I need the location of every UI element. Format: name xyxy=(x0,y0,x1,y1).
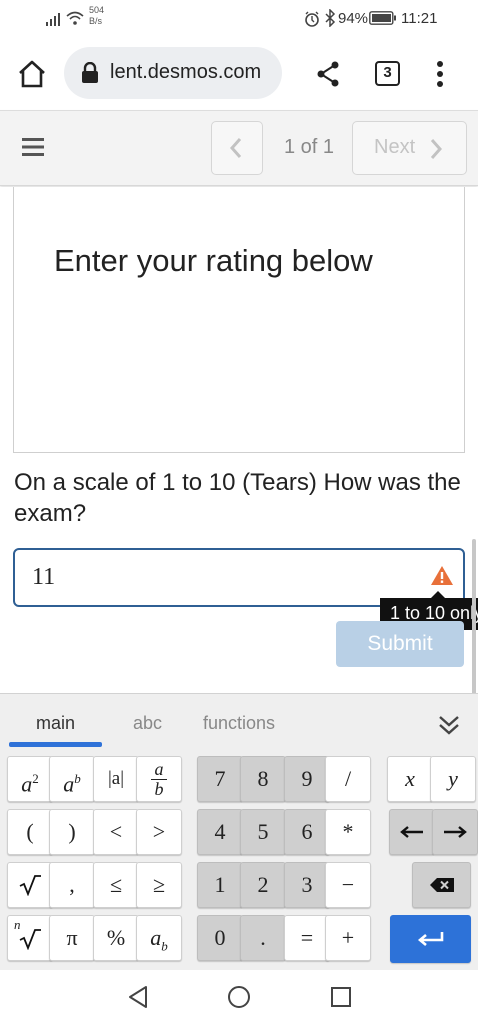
keypad-tab-functions[interactable]: functions xyxy=(203,713,275,734)
back-icon[interactable] xyxy=(127,985,149,1009)
activity-content: Enter your rating below On a scale of 1 … xyxy=(0,187,478,877)
key-right-arrow[interactable] xyxy=(432,809,478,855)
page-indicator: 1 of 1 xyxy=(284,136,335,158)
recents-icon[interactable] xyxy=(330,986,352,1008)
key-greater-equal[interactable]: ≥ xyxy=(136,862,182,908)
battery-percent: 94% xyxy=(338,10,369,27)
backspace-icon xyxy=(429,878,454,892)
key-5[interactable]: 5 xyxy=(240,809,286,855)
browser-toolbar: lent.desmos.com 3 xyxy=(0,38,478,110)
hamburger-menu-icon[interactable] xyxy=(22,137,46,157)
url-text: lent.desmos.com xyxy=(110,61,262,83)
warning-icon[interactable] xyxy=(430,565,454,586)
key-right-paren[interactable]: ) xyxy=(49,809,95,855)
network-speed: 504 B/s xyxy=(89,5,105,26)
arrow-right-icon xyxy=(444,826,467,838)
share-icon[interactable] xyxy=(316,61,340,87)
key-7[interactable]: 7 xyxy=(197,756,243,802)
note-text: Enter your rating below xyxy=(54,243,373,278)
key-enter[interactable] xyxy=(390,915,471,963)
key-plus[interactable]: + xyxy=(325,915,371,961)
address-bar[interactable]: lent.desmos.com xyxy=(64,47,282,99)
key-pi[interactable]: π xyxy=(49,915,95,961)
key-abs[interactable]: |a| xyxy=(93,756,139,802)
key-left-arrow[interactable] xyxy=(389,809,435,855)
keypad-tab-main[interactable]: main xyxy=(36,713,75,734)
key-8[interactable]: 8 xyxy=(240,756,286,802)
key-sqrt[interactable] xyxy=(7,862,53,908)
lock-icon xyxy=(82,62,98,83)
previous-button[interactable] xyxy=(211,121,263,175)
question-prompt: On a scale of 1 to 10 (Tears) How was th… xyxy=(14,469,461,527)
bluetooth-icon xyxy=(325,9,336,27)
key-fraction[interactable]: ab xyxy=(136,756,182,802)
key-6[interactable]: 6 xyxy=(284,809,330,855)
key-4[interactable]: 4 xyxy=(197,809,243,855)
key-left-paren[interactable]: ( xyxy=(7,809,53,855)
next-button[interactable]: Next xyxy=(352,121,467,175)
status-bar: 504 B/s 94% 11:21 xyxy=(0,0,478,38)
alarm-icon xyxy=(305,11,319,27)
home-icon[interactable] xyxy=(17,60,47,88)
enter-icon xyxy=(417,932,443,946)
key-subscript[interactable]: ab xyxy=(136,915,182,961)
key-comma[interactable]: , xyxy=(49,862,95,908)
active-tab-indicator xyxy=(9,742,102,747)
key-9[interactable]: 9 xyxy=(284,756,330,802)
answer-value: 11 xyxy=(32,564,56,590)
key-minus[interactable]: − xyxy=(325,862,371,908)
nth-root-icon xyxy=(19,929,41,951)
clock: 11:21 xyxy=(401,10,438,27)
note-panel: Enter your rating below xyxy=(13,187,465,453)
arrow-left-icon xyxy=(400,826,423,838)
home-nav-icon[interactable] xyxy=(227,985,251,1009)
key-y[interactable]: y xyxy=(430,756,476,802)
menu-dots-icon[interactable] xyxy=(436,60,444,88)
key-1[interactable]: 1 xyxy=(197,862,243,908)
key-3[interactable]: 3 xyxy=(284,862,330,908)
signal-icon xyxy=(46,13,60,26)
key-2[interactable]: 2 xyxy=(240,862,286,908)
key-decimal[interactable]: . xyxy=(240,915,286,961)
battery-icon xyxy=(369,11,396,25)
key-x[interactable]: x xyxy=(387,756,433,802)
key-squared[interactable]: a2 xyxy=(7,756,53,802)
key-divide[interactable]: / xyxy=(325,756,371,802)
activity-header: 1 of 1 Next xyxy=(0,110,478,186)
keypad-tab-abc[interactable]: abc xyxy=(133,713,162,734)
tab-count: 3 xyxy=(383,64,392,81)
key-greater-than[interactable]: > xyxy=(136,809,182,855)
system-navigation-bar xyxy=(0,970,478,1024)
collapse-keypad-icon[interactable] xyxy=(437,714,461,736)
tab-switcher-button[interactable]: 3 xyxy=(375,61,400,86)
wifi-icon xyxy=(66,11,84,25)
sqrt-icon xyxy=(19,875,41,897)
key-less-equal[interactable]: ≤ xyxy=(93,862,139,908)
key-less-than[interactable]: < xyxy=(93,809,139,855)
key-0[interactable]: 0 xyxy=(197,915,243,961)
chevron-left-icon xyxy=(229,138,242,158)
key-multiply[interactable]: * xyxy=(325,809,371,855)
math-keypad: main abc functions a2 ab |a| ab 7 8 9 / … xyxy=(0,693,478,970)
next-label: Next xyxy=(374,136,416,158)
chevron-right-icon xyxy=(430,139,443,159)
key-backspace[interactable] xyxy=(412,862,471,908)
key-nth-root[interactable]: n xyxy=(7,915,53,961)
key-power[interactable]: ab xyxy=(49,756,95,802)
key-equals[interactable]: = xyxy=(284,915,330,961)
submit-button[interactable]: Submit xyxy=(336,621,464,667)
key-percent[interactable]: % xyxy=(93,915,139,961)
